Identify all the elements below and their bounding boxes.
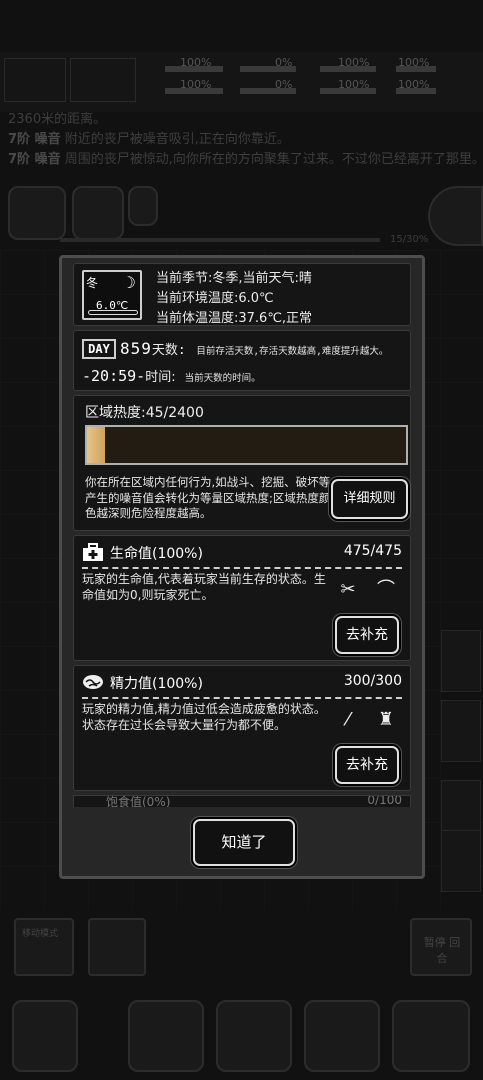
health-label: 生命值(100%): [110, 546, 203, 562]
bottom-tab: [216, 1000, 292, 1072]
energy-refill-button[interactable]: 去补充: [335, 746, 399, 784]
next-arrow-tile: [428, 186, 483, 246]
env-temp-line: 当前环境温度:6.0℃: [156, 291, 274, 306]
hud-percent: 100%: [398, 78, 430, 91]
thermometer-icon: [88, 310, 138, 315]
divider: [82, 567, 402, 569]
health-refill-button[interactable]: 去补充: [335, 616, 399, 654]
energy-panel: 精力值(100%) 300/300 玩家的精力值,精力值过低会造成疲惫的状态。状…: [73, 665, 411, 791]
side-button: [441, 630, 481, 692]
got-it-button[interactable]: 知道了: [193, 819, 295, 866]
side-button: [441, 700, 481, 762]
weather-panel: 冬 ☽ 6.0℃ 当前季节:冬季,当前天气:晴 当前环境温度:6.0℃ 当前体温…: [73, 263, 411, 326]
day-badge: DAY: [82, 339, 116, 359]
status-hud: 100% 0% 100% 100% 100% 0% 100% 100%: [0, 52, 483, 112]
detailed-rules-button[interactable]: 详细规则: [331, 479, 408, 519]
hud-percent: 0%: [275, 56, 293, 69]
hud-percent: 100%: [338, 56, 370, 69]
day-mini: [70, 58, 136, 102]
syringe-icon[interactable]: ⁄: [334, 706, 362, 734]
log-line: 7阶 噪音 附近的丧尸被噪音吸引,正在向你靠近。: [8, 132, 290, 147]
background-progress-text: 15/30%: [390, 234, 429, 245]
heat-bar-fill: [87, 427, 105, 463]
hud-percent: 0%: [275, 78, 293, 91]
status-info-dialog: 冬 ☽ 6.0℃ 当前季节:冬季,当前天气:晴 当前环境温度:6.0℃ 当前体温…: [59, 255, 425, 879]
season-badge: 冬: [86, 276, 99, 290]
day-number: 859天数: 目前存活天数,存活天数越高,难度提升越大。: [120, 339, 389, 358]
hud-percent: 100%: [338, 78, 370, 91]
season-weather-line: 当前季节:冬季,当前天气:晴: [156, 271, 312, 286]
bandage-roll-icon[interactable]: ⌒: [372, 576, 400, 604]
energy-description: 玩家的精力值,精力值过低会造成疲惫的状态。状态存在过长会导致大量行为都不便。: [82, 702, 326, 732]
action-tile: [8, 186, 66, 240]
energy-value: 300/300: [343, 673, 402, 689]
hud-percent: 100%: [398, 56, 430, 69]
health-value: 475/475: [343, 543, 402, 559]
time-row: -20:59-时间: 当前天数的时间。: [82, 367, 261, 385]
brain-icon: [83, 675, 103, 689]
bottom-tab: [12, 1000, 78, 1072]
area-heat-panel: 区域热度:45/2400 你在所在区域内任何行为,如战斗、挖掘、破坏等产生的噪音…: [73, 395, 411, 531]
heat-description: 你在所在区域内任何行为,如战斗、挖掘、破坏等产生的噪音值会转化为等量区域热度;区…: [85, 475, 331, 520]
bottom-tab: [128, 1000, 204, 1072]
day-panel: DAY 859天数: 目前存活天数,存活天数越高,难度提升越大。 -20:59-…: [73, 330, 411, 391]
hunger-value: 0/100: [367, 795, 402, 807]
hud-percent: 100%: [180, 78, 212, 91]
action-tile: [128, 186, 158, 226]
hud-percent: 100%: [180, 56, 212, 69]
weather-icon: 冬 ☽ 6.0℃: [82, 270, 142, 320]
health-panel: 生命值(100%) 475/475 玩家的生命值,代表着玩家当前生存的状态。生命…: [73, 535, 411, 661]
hunger-panel-peek: 饱食值(0%) 0/100: [73, 795, 411, 807]
divider: [82, 697, 402, 699]
bandage-icon[interactable]: ✂: [334, 576, 362, 604]
heat-title: 区域热度:45/2400: [85, 405, 204, 421]
log-line: 2360米的距离。: [8, 112, 107, 127]
bottle-icon[interactable]: ♜: [372, 706, 400, 734]
action-tile: [72, 186, 124, 240]
log-line: 7阶 噪音 周围的丧尸被惊动,向你所在的方向聚集了过来。不过你已经离开了那里。: [8, 152, 483, 167]
moon-icon: ☽: [121, 273, 136, 292]
weather-info: 当前季节:冬季,当前天气:晴 当前环境温度:6.0℃ 当前体温温度:37.6℃,…: [156, 269, 312, 329]
walk-button-bg: [88, 918, 146, 976]
hunger-label: 饱食值(0%): [106, 795, 171, 807]
background-progress: [60, 238, 380, 242]
body-temp-line: 当前体温温度:37.6℃,正常: [156, 311, 313, 326]
bottom-tab: [304, 1000, 380, 1072]
pause-turn-button-bg: 暂停 回合: [410, 918, 472, 976]
energy-label: 精力值(100%): [110, 676, 203, 692]
weather-mini: [4, 58, 66, 102]
health-description: 玩家的生命值,代表着玩家当前生存的状态。生命值如为0,则玩家死亡。: [82, 572, 326, 602]
side-button: [441, 830, 481, 892]
mode-button-bg: 移动模式: [14, 918, 74, 976]
heat-bar: [85, 425, 408, 465]
bottom-tab: [392, 1000, 470, 1072]
medkit-icon: [83, 543, 103, 561]
